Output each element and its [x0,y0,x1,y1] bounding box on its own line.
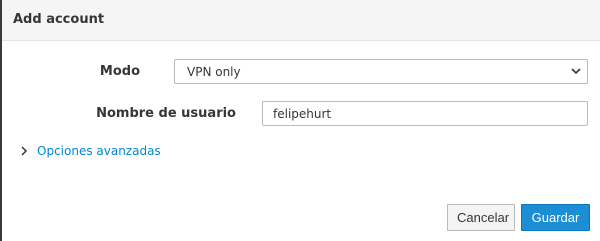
add-account-dialog: Add account Modo VPN only Nombre de usua… [0,0,600,241]
mode-select-value: VPN only [187,65,241,79]
save-button[interactable]: Guardar [521,204,590,231]
mode-select[interactable]: VPN only [174,59,588,84]
username-input[interactable] [262,101,588,126]
username-label: Nombre de usuario [96,106,236,121]
chevron-right-icon [21,146,28,156]
dialog-header: Add account [2,0,600,41]
advanced-options-toggle[interactable]: Opciones avanzadas [20,144,161,158]
mode-label: Modo [99,64,140,79]
advanced-options-label: Opciones avanzadas [37,144,161,158]
chevron-down-icon [571,68,581,75]
cancel-button[interactable]: Cancelar [447,204,515,231]
dialog-title: Add account [13,12,105,27]
